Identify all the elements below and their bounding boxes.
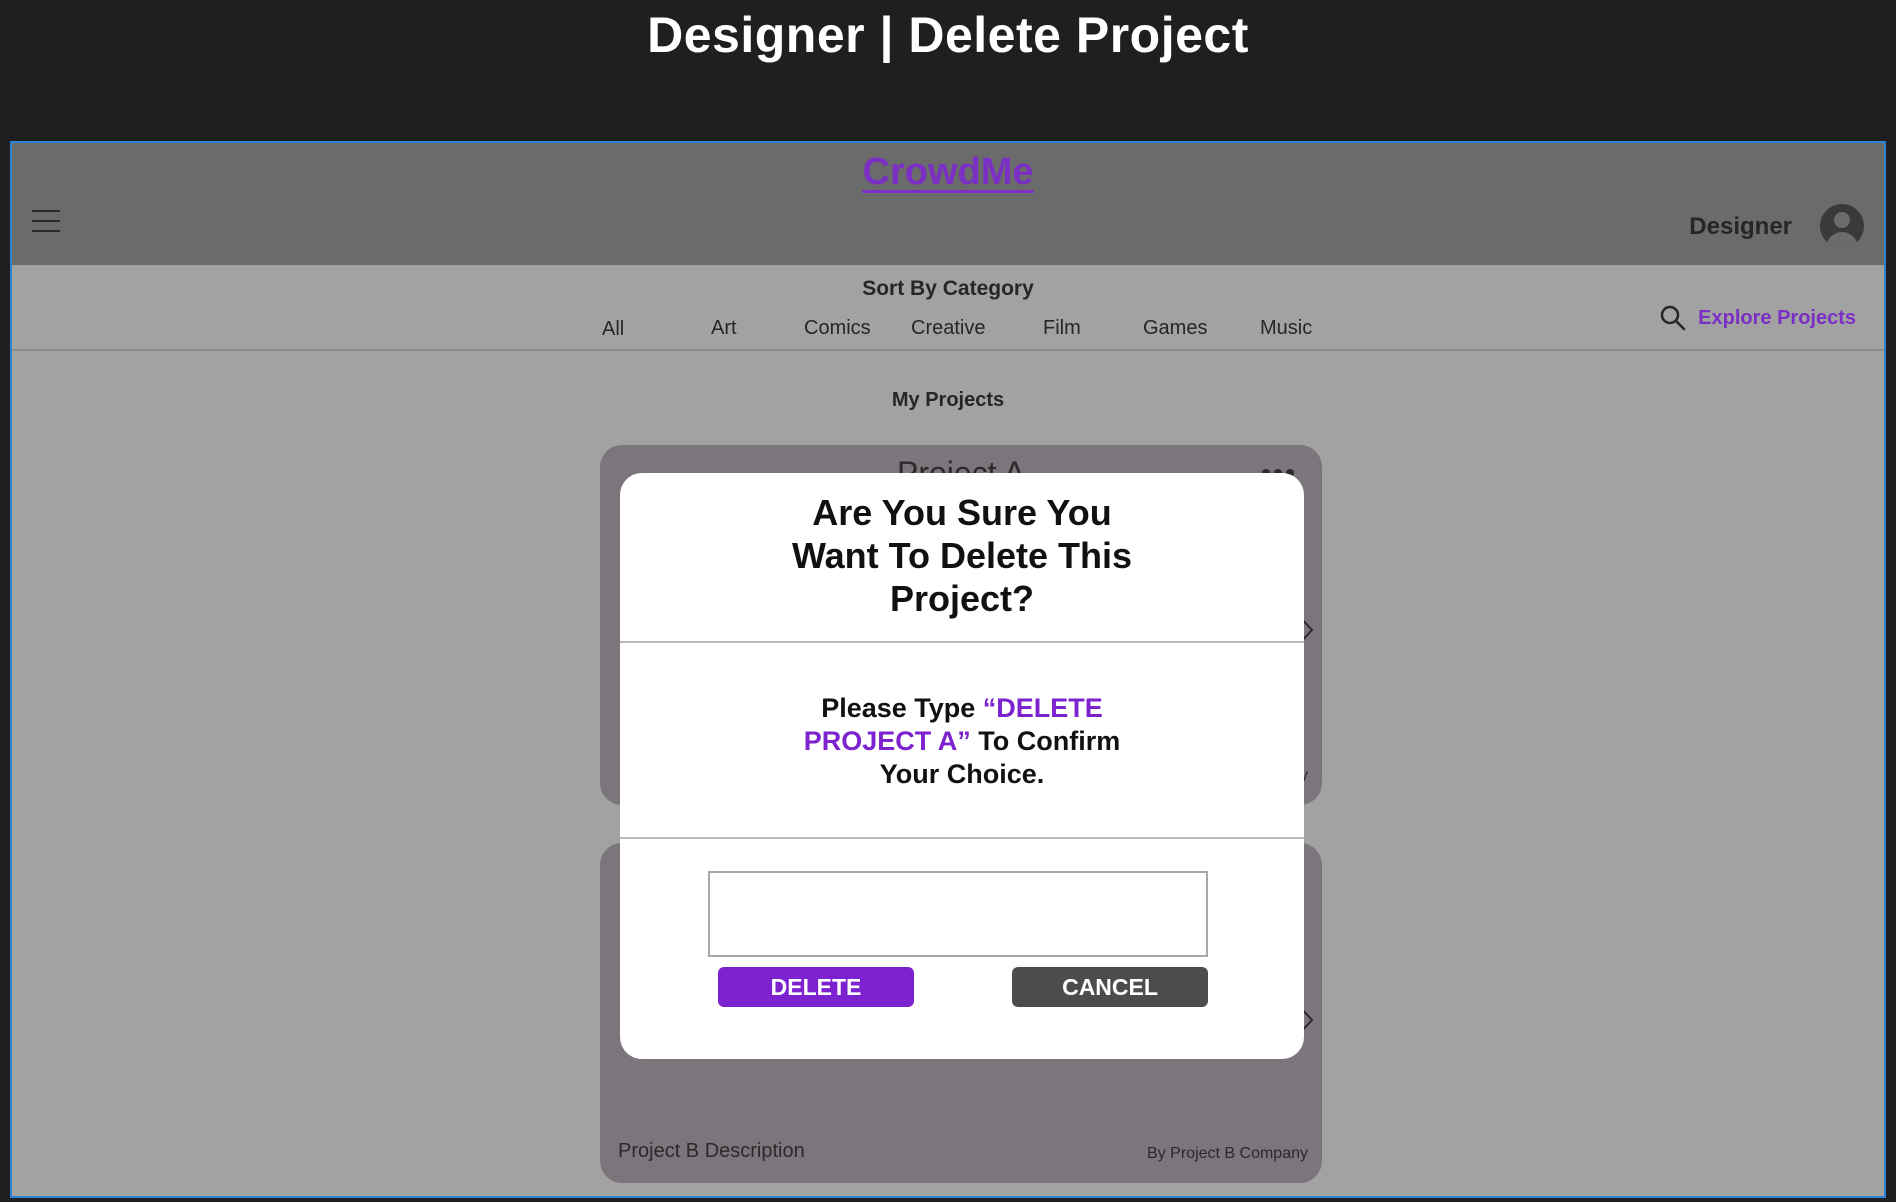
- category-creative[interactable]: Creative: [911, 317, 985, 340]
- category-bar: Sort By Category All Art Comics Creative…: [12, 265, 1884, 351]
- brand-logo-link[interactable]: CrowdMe: [12, 151, 1884, 194]
- explore-projects-link[interactable]: Explore Projects: [1660, 305, 1856, 331]
- category-music[interactable]: Music: [1260, 317, 1312, 340]
- instruction-text: Please Type: [821, 693, 983, 723]
- delete-confirm-dialog: Are You Sure You Want To Delete This Pro…: [620, 473, 1304, 1059]
- app-frame: CrowdMe Designer Sort By Category All Ar…: [10, 141, 1886, 1198]
- category-art[interactable]: Art: [711, 317, 737, 340]
- user-role-label: Designer: [1689, 213, 1792, 240]
- category-film[interactable]: Film: [1043, 317, 1081, 340]
- dialog-divider: [620, 837, 1304, 839]
- project-description: Project B Description: [618, 1140, 805, 1162]
- confirm-instruction: Please Type “DELETE PROJECT A” To Confir…: [620, 692, 1304, 791]
- search-icon: [1660, 305, 1686, 331]
- confirm-text-input[interactable]: [708, 871, 1208, 957]
- sort-by-category-title: Sort By Category: [862, 277, 1034, 300]
- explore-projects-label: Explore Projects: [1698, 306, 1856, 329]
- app-header: CrowdMe Designer: [12, 143, 1884, 265]
- instruction-highlight: “DELETE: [982, 693, 1103, 723]
- dialog-title-line: Want To Delete This: [791, 535, 1132, 576]
- page-title: Designer | Delete Project: [647, 7, 1249, 63]
- category-comics[interactable]: Comics: [804, 317, 871, 340]
- my-projects-heading: My Projects: [891, 389, 1005, 411]
- category-all[interactable]: All: [602, 318, 624, 341]
- instruction-highlight: PROJECT A”: [803, 726, 971, 756]
- user-avatar-icon[interactable]: [1820, 204, 1864, 248]
- instruction-text: To Confirm: [970, 726, 1121, 756]
- dialog-divider: [620, 641, 1304, 643]
- dialog-title-line: Project?: [889, 578, 1035, 619]
- dialog-title: Are You Sure You Want To Delete This Pro…: [620, 491, 1304, 620]
- dialog-title-line: Are You Sure You: [812, 492, 1112, 533]
- project-company: By Project B Company: [1147, 1145, 1308, 1162]
- hamburger-menu-icon[interactable]: [32, 210, 60, 240]
- category-games[interactable]: Games: [1143, 317, 1207, 340]
- delete-button[interactable]: DELETE: [718, 967, 914, 1007]
- cancel-button[interactable]: CANCEL: [1012, 967, 1208, 1007]
- instruction-text: Your Choice.: [879, 759, 1045, 789]
